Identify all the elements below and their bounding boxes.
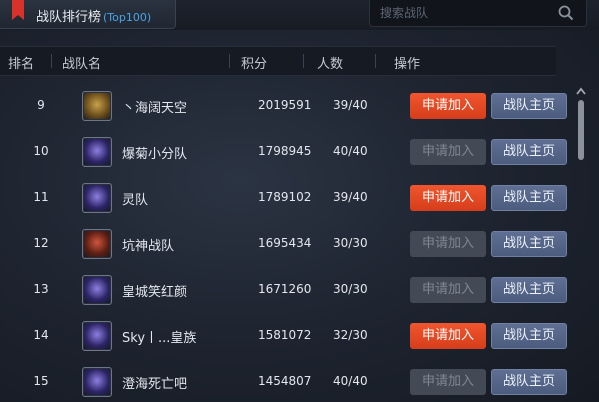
rank-cell: 15 [33,374,49,388]
search-box [369,0,587,27]
apply-button[interactable]: 申请加入 [410,139,486,165]
team-name[interactable]: 灵队 [122,189,148,208]
search-icon[interactable] [558,5,574,21]
team-name[interactable]: 坑神战队 [122,235,174,254]
team-avatar[interactable] [82,91,112,121]
team-name[interactable]: 爆菊小分队 [122,143,187,162]
page-title-main: 战队排行榜 [36,10,102,25]
team-avatar[interactable] [82,275,112,305]
search-input[interactable] [378,3,552,23]
table-row: 13 皇城笑红颜 1671260 30/30 申请加入 战队主页 [0,268,572,312]
table-row: 12 坑神战队 1695434 30/30 申请加入 战队主页 [0,222,572,266]
page-title: 战队排行榜 (Top100) [36,6,151,25]
bookmark-icon [12,0,24,20]
score-cell: 1789102 [258,190,312,204]
scroll-up-arrow-icon[interactable] [575,86,587,96]
members-cell: 40/40 [333,144,368,158]
members-cell: 32/30 [333,328,368,342]
table-header: 排名 战队名 积分 人数 操作 [0,46,556,76]
header-divider [303,54,304,68]
header-score[interactable]: 积分 [241,53,267,72]
header-divider [375,54,376,68]
team-avatar[interactable] [82,367,112,397]
members-cell: 40/40 [333,374,368,388]
score-cell: 1671260 [258,282,312,296]
rank-cell: 12 [33,236,49,250]
team-avatar[interactable] [82,137,112,167]
header-divider [229,54,230,68]
table-row: 14 Sky丨...皇族 1581072 32/30 申请加入 战队主页 [0,314,572,358]
team-avatar[interactable] [82,229,112,259]
apply-button[interactable]: 申请加入 [410,277,486,303]
rank-cell: 13 [33,282,49,296]
team-avatar[interactable] [82,183,112,213]
header-name[interactable]: 战队名 [62,53,101,72]
members-cell: 39/40 [333,190,368,204]
team-name[interactable]: 澄海死亡吧 [122,373,187,392]
rank-cell: 9 [37,98,45,112]
apply-button[interactable]: 申请加入 [410,323,486,349]
score-cell: 1798945 [258,144,312,158]
score-cell: 2019591 [258,98,312,112]
table-row: 10 爆菊小分队 1798945 40/40 申请加入 战队主页 [0,130,572,174]
title-tab: 战队排行榜 (Top100) [0,0,176,29]
team-home-button[interactable]: 战队主页 [491,231,567,257]
table-row: 11 灵队 1789102 39/40 申请加入 战队主页 [0,176,572,220]
members-cell: 39/40 [333,98,368,112]
team-home-button[interactable]: 战队主页 [491,93,567,119]
rank-cell: 10 [33,144,49,158]
team-home-button[interactable]: 战队主页 [491,277,567,303]
members-cell: 30/30 [333,282,368,296]
score-cell: 1695434 [258,236,312,250]
team-name[interactable]: 皇城笑红颜 [122,281,187,300]
apply-button[interactable]: 申请加入 [410,369,486,395]
apply-button[interactable]: 申请加入 [410,231,486,257]
scrollbar[interactable] [575,86,587,402]
team-home-button[interactable]: 战队主页 [491,139,567,165]
team-name[interactable]: 丶海阔天空 [122,97,187,116]
team-home-button[interactable]: 战队主页 [491,369,567,395]
table-row: 9 丶海阔天空 2019591 39/40 申请加入 战队主页 [0,84,572,128]
rank-cell: 11 [33,190,49,204]
header-rank[interactable]: 排名 [8,53,34,72]
scrollbar-thumb[interactable] [578,100,584,160]
table-row: 15 澄海死亡吧 1454807 40/40 申请加入 战队主页 [0,360,572,402]
top-bar: 战队排行榜 (Top100) [0,0,599,30]
page-title-sub: (Top100) [103,11,152,24]
score-cell: 1581072 [258,328,312,342]
score-cell: 1454807 [258,374,312,388]
team-avatar[interactable] [82,321,112,351]
apply-button[interactable]: 申请加入 [410,93,486,119]
rank-cell: 14 [33,328,49,342]
header-action: 操作 [394,57,421,72]
team-list: 9 丶海阔天空 2019591 39/40 申请加入 战队主页 10 爆菊小分队… [0,84,572,402]
apply-button[interactable]: 申请加入 [410,185,486,211]
team-home-button[interactable]: 战队主页 [491,323,567,349]
header-divider [51,54,52,68]
team-home-button[interactable]: 战队主页 [491,185,567,211]
members-cell: 30/30 [333,236,368,250]
team-name[interactable]: Sky丨...皇族 [122,327,196,346]
header-members[interactable]: 人数 [317,53,343,72]
